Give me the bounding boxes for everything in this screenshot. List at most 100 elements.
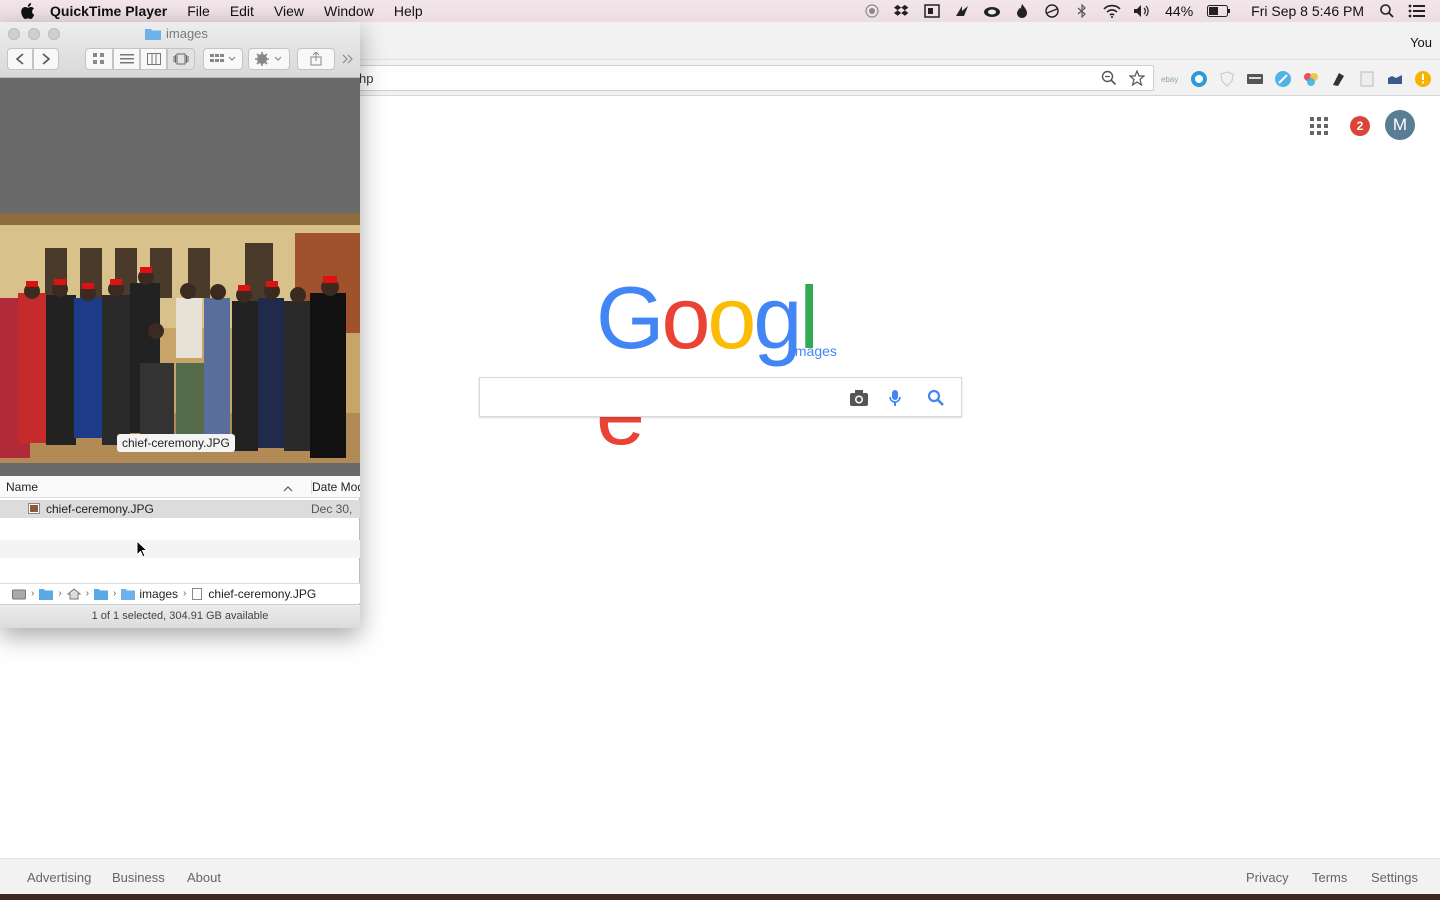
edit-menu[interactable]: Edit bbox=[230, 3, 254, 19]
footer-link-settings[interactable]: Settings bbox=[1371, 870, 1418, 885]
keyboard-extension-icon[interactable] bbox=[1246, 70, 1264, 88]
battery-icon[interactable] bbox=[1207, 4, 1231, 18]
finder-window: images chief-ceremony.JPG Name Date Mod … bbox=[0, 22, 360, 628]
path-separator-icon: › bbox=[31, 588, 35, 599]
logo-letter: o bbox=[707, 268, 756, 367]
pen-extension-icon[interactable] bbox=[1330, 70, 1348, 88]
photo-caption: chief-ceremony.JPG bbox=[117, 434, 235, 452]
bluetooth-icon[interactable] bbox=[1073, 4, 1091, 18]
colorwheel-extension-icon[interactable] bbox=[1302, 70, 1320, 88]
path-separator-icon: › bbox=[58, 588, 62, 599]
forward-button[interactable] bbox=[33, 48, 59, 70]
photo-thumbnail[interactable] bbox=[0, 213, 360, 463]
zoom-button[interactable] bbox=[48, 28, 60, 40]
footer-link-privacy[interactable]: Privacy bbox=[1246, 870, 1289, 885]
ebay-extension-icon[interactable]: ebay bbox=[1161, 70, 1179, 88]
svg-text:ebay: ebay bbox=[1161, 75, 1178, 84]
camera-icon[interactable] bbox=[849, 389, 868, 407]
icon-view-button[interactable] bbox=[85, 48, 113, 70]
arrange-button[interactable] bbox=[203, 48, 243, 70]
zoom-icon[interactable] bbox=[1101, 70, 1117, 86]
close-button[interactable] bbox=[8, 28, 20, 40]
search-box[interactable] bbox=[479, 377, 962, 417]
path-item-file[interactable]: chief-ceremony.JPG bbox=[208, 587, 316, 601]
path-separator-icon: › bbox=[113, 588, 117, 599]
column-view-button[interactable] bbox=[140, 48, 167, 70]
column-header-date[interactable]: Date Mod bbox=[311, 480, 360, 494]
volume-icon[interactable] bbox=[1133, 4, 1151, 18]
cover-flow-preview: chief-ceremony.JPG bbox=[0, 78, 360, 476]
empty-row bbox=[0, 540, 360, 558]
action-gear-button[interactable] bbox=[248, 48, 290, 70]
minimize-button[interactable] bbox=[28, 28, 40, 40]
shield-extension-icon[interactable] bbox=[1218, 70, 1236, 88]
file-name: chief-ceremony.JPG bbox=[46, 502, 154, 516]
path-separator-icon: › bbox=[183, 588, 187, 599]
url-text[interactable]: hp bbox=[359, 71, 373, 86]
microphone-icon[interactable] bbox=[888, 389, 906, 407]
folder-icon bbox=[145, 27, 161, 40]
page-footer: Advertising Business About Privacy Terms… bbox=[0, 858, 1440, 894]
folder-icon[interactable] bbox=[121, 588, 136, 600]
search-icon[interactable] bbox=[927, 389, 945, 407]
profile-button[interactable]: You bbox=[1410, 35, 1432, 50]
battery-percent: 44% bbox=[1165, 3, 1194, 19]
cover-flow-view-button[interactable] bbox=[167, 48, 195, 70]
logo-letter: o bbox=[661, 268, 710, 367]
column-header-name[interactable]: Name bbox=[6, 480, 38, 494]
folder-icon[interactable] bbox=[39, 588, 54, 600]
apple-menu-icon[interactable] bbox=[20, 3, 36, 19]
help-menu[interactable]: Help bbox=[394, 3, 423, 19]
account-avatar[interactable]: M bbox=[1385, 110, 1415, 140]
path-bar: › › › › images › chief-ceremony.JPG bbox=[0, 583, 360, 603]
toolbar-overflow-icon[interactable] bbox=[338, 48, 358, 70]
footer-link-terms[interactable]: Terms bbox=[1312, 870, 1347, 885]
flame-icon[interactable] bbox=[1013, 4, 1031, 18]
file-date: Dec 30, bbox=[311, 502, 353, 516]
image-file-icon[interactable] bbox=[191, 587, 205, 600]
cloud-icon[interactable] bbox=[983, 4, 1001, 18]
apps-grid-icon[interactable] bbox=[1310, 117, 1330, 137]
path-separator-icon: › bbox=[85, 588, 90, 599]
cloud-extension-icon[interactable] bbox=[1386, 70, 1404, 88]
path-item-images[interactable]: images bbox=[139, 587, 178, 601]
gallery-icon[interactable] bbox=[923, 4, 941, 18]
list-header: Name Date Mod bbox=[0, 476, 360, 498]
address-bar[interactable]: hp bbox=[356, 65, 1154, 91]
folder-icon[interactable] bbox=[94, 588, 109, 600]
sort-ascending-icon[interactable] bbox=[283, 482, 293, 492]
recharge-icon[interactable] bbox=[953, 4, 971, 18]
file-row[interactable]: chief-ceremony.JPG Dec 30, bbox=[0, 500, 360, 518]
dropbox-icon[interactable] bbox=[893, 4, 911, 18]
image-file-icon bbox=[28, 503, 40, 514]
footer-link-advertising[interactable]: Advertising bbox=[27, 870, 91, 885]
feather-extension-icon[interactable] bbox=[1274, 70, 1292, 88]
file-menu[interactable]: File bbox=[187, 3, 210, 19]
clock[interactable]: Fri Sep 8 5:46 PM bbox=[1251, 3, 1364, 19]
list-view-button[interactable] bbox=[113, 48, 140, 70]
circle-extension-icon[interactable] bbox=[1190, 70, 1208, 88]
mouse-cursor-icon bbox=[136, 539, 149, 558]
notification-center-icon[interactable] bbox=[1408, 4, 1426, 18]
footer-link-business[interactable]: Business bbox=[112, 870, 165, 885]
window-menu[interactable]: Window bbox=[324, 3, 374, 19]
timer-icon[interactable] bbox=[1043, 4, 1061, 18]
status-bar: 1 of 1 selected, 304.91 GB available bbox=[0, 604, 360, 628]
logo-letter: G bbox=[596, 268, 664, 367]
footer-link-about[interactable]: About bbox=[187, 870, 221, 885]
view-menu[interactable]: View bbox=[274, 3, 304, 19]
share-button[interactable] bbox=[297, 48, 335, 70]
images-label: Images bbox=[791, 343, 837, 359]
record-icon[interactable] bbox=[863, 4, 881, 18]
home-icon[interactable] bbox=[66, 587, 82, 600]
notifications-badge[interactable]: 2 bbox=[1350, 116, 1370, 136]
back-button[interactable] bbox=[7, 48, 33, 70]
app-menu[interactable]: QuickTime Player bbox=[50, 3, 167, 19]
spotlight-search-icon[interactable] bbox=[1378, 4, 1396, 18]
menu-bar: QuickTime Player File Edit View Window H… bbox=[0, 0, 1440, 22]
document-extension-icon[interactable] bbox=[1358, 70, 1376, 88]
wifi-icon[interactable] bbox=[1103, 4, 1121, 18]
bookmark-star-icon[interactable] bbox=[1128, 69, 1146, 87]
alert-extension-icon[interactable] bbox=[1414, 70, 1432, 88]
hard-drive-icon[interactable] bbox=[12, 588, 26, 600]
